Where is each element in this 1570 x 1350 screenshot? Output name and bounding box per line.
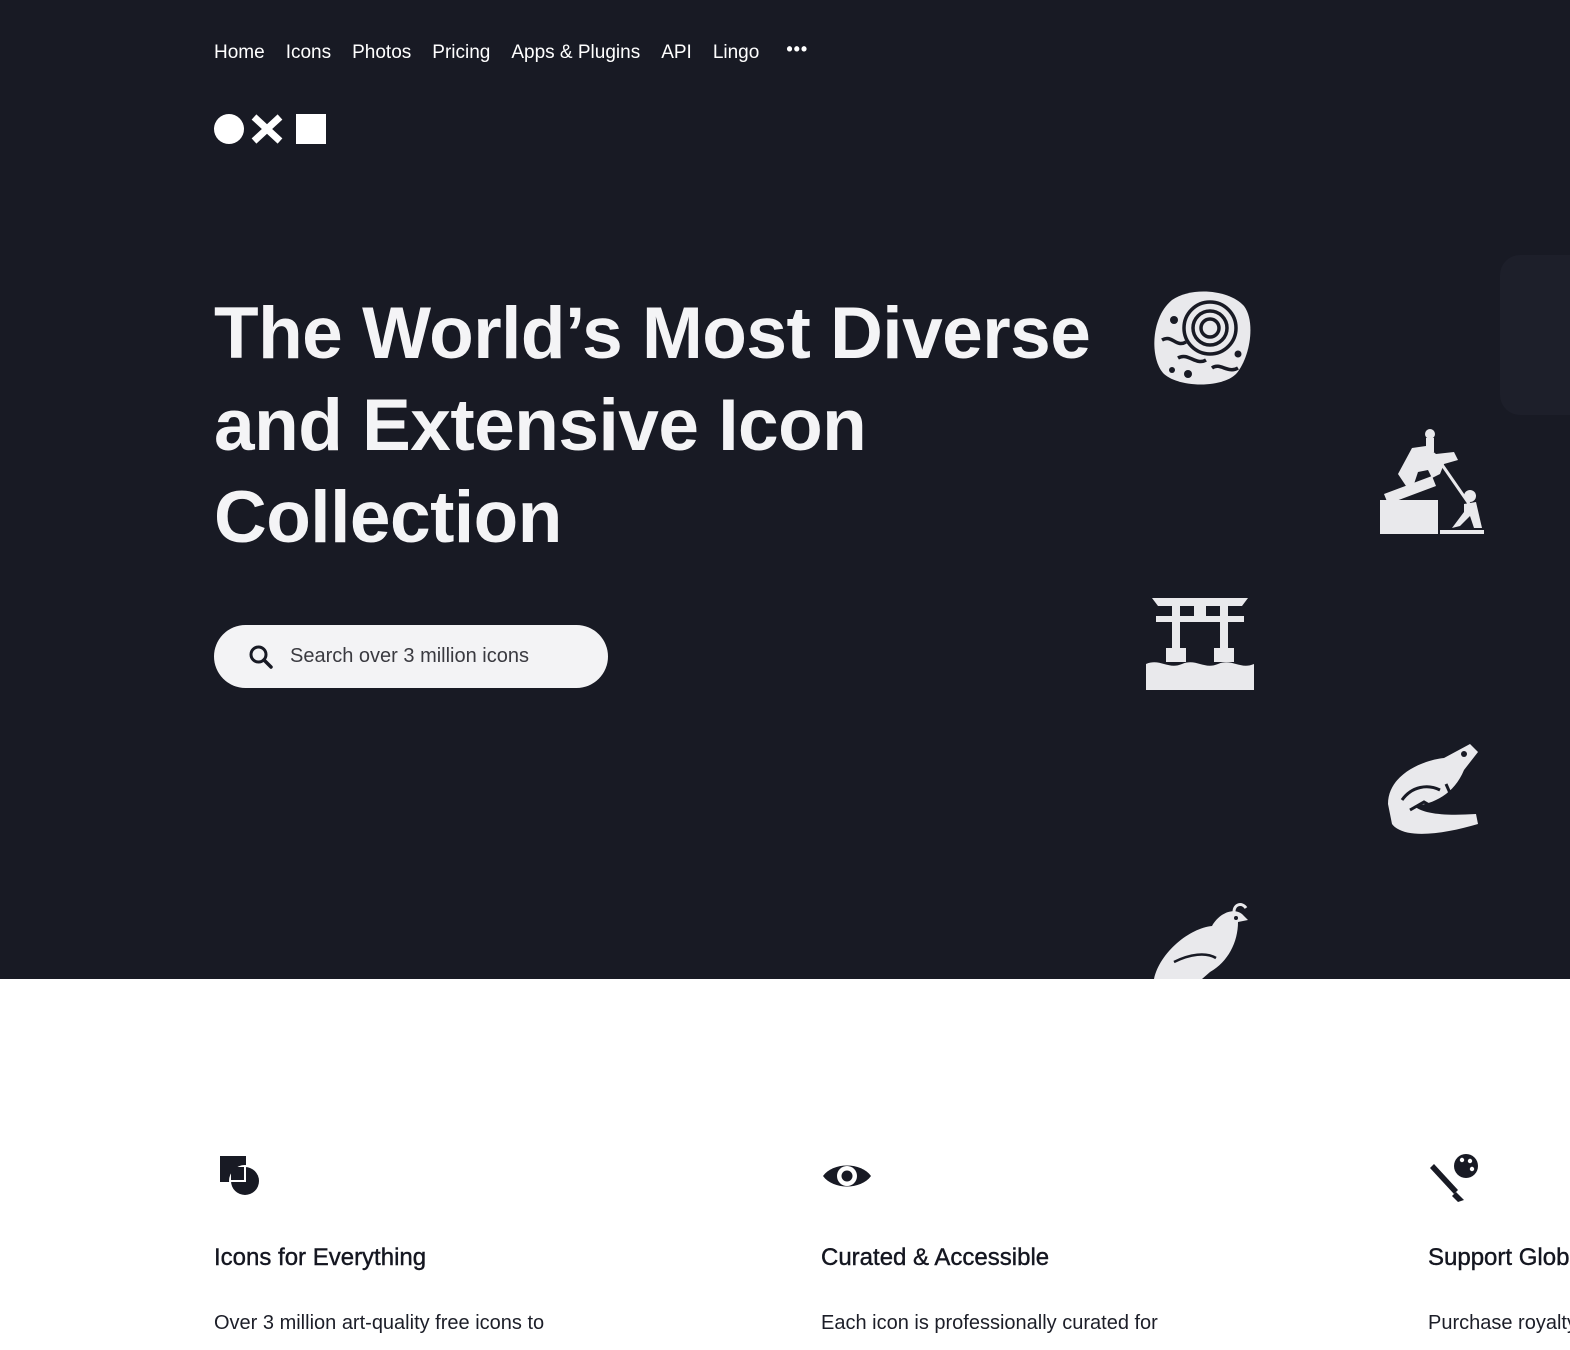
nav-icons[interactable]: Icons bbox=[286, 42, 331, 64]
decorative-panel bbox=[1500, 255, 1570, 415]
feature-title: Icons for Everything bbox=[214, 1244, 427, 1271]
search-input[interactable] bbox=[290, 645, 590, 668]
shapes-icon bbox=[214, 1150, 266, 1202]
feature-support-global: Support Global Purchase royalty bbox=[1428, 1150, 1570, 1338]
feature-title: Curated & Accessible bbox=[821, 1244, 1050, 1271]
nav-photos[interactable]: Photos bbox=[352, 42, 411, 64]
feature-title: Support Global bbox=[1428, 1244, 1570, 1271]
nav-apps-plugins[interactable]: Apps & Plugins bbox=[511, 42, 640, 64]
feature-text: Each icon is professionally curated for bbox=[821, 1312, 1158, 1334]
nav-api[interactable]: API bbox=[661, 42, 692, 64]
feature-icons-for-everything: Icons for Everything Over 3 million art-… bbox=[214, 1150, 694, 1338]
brand-logo[interactable] bbox=[214, 112, 328, 146]
search-icon bbox=[248, 644, 274, 670]
torii-gate-icon[interactable] bbox=[1146, 598, 1254, 690]
feature-text: Purchase royalty bbox=[1428, 1312, 1570, 1334]
more-menu-icon[interactable]: ••• bbox=[786, 40, 808, 58]
brush-palette-icon bbox=[1428, 1150, 1480, 1202]
frog-icon[interactable] bbox=[1384, 744, 1480, 838]
nav-pricing[interactable]: Pricing bbox=[432, 42, 490, 64]
nav-home[interactable]: Home bbox=[214, 42, 265, 64]
feature-text: Over 3 million art-quality free icons to bbox=[214, 1312, 545, 1334]
nav-lingo[interactable]: Lingo bbox=[713, 42, 760, 64]
hero-section: Home Icons Photos Pricing Apps & Plugins… bbox=[0, 0, 1570, 979]
feature-curated-accessible: Curated & Accessible Each icon is profes… bbox=[821, 1150, 1301, 1338]
search-bar[interactable] bbox=[214, 625, 608, 688]
eye-icon bbox=[821, 1150, 873, 1202]
quail-icon[interactable] bbox=[1150, 902, 1250, 979]
toppling-statue-icon[interactable] bbox=[1380, 428, 1484, 534]
ammonite-fossil-icon[interactable] bbox=[1152, 288, 1252, 386]
hero-headline: The World’s Most Diverse and Extensive I… bbox=[214, 293, 1091, 558]
top-nav: Home Icons Photos Pricing Apps & Plugins… bbox=[214, 40, 808, 66]
